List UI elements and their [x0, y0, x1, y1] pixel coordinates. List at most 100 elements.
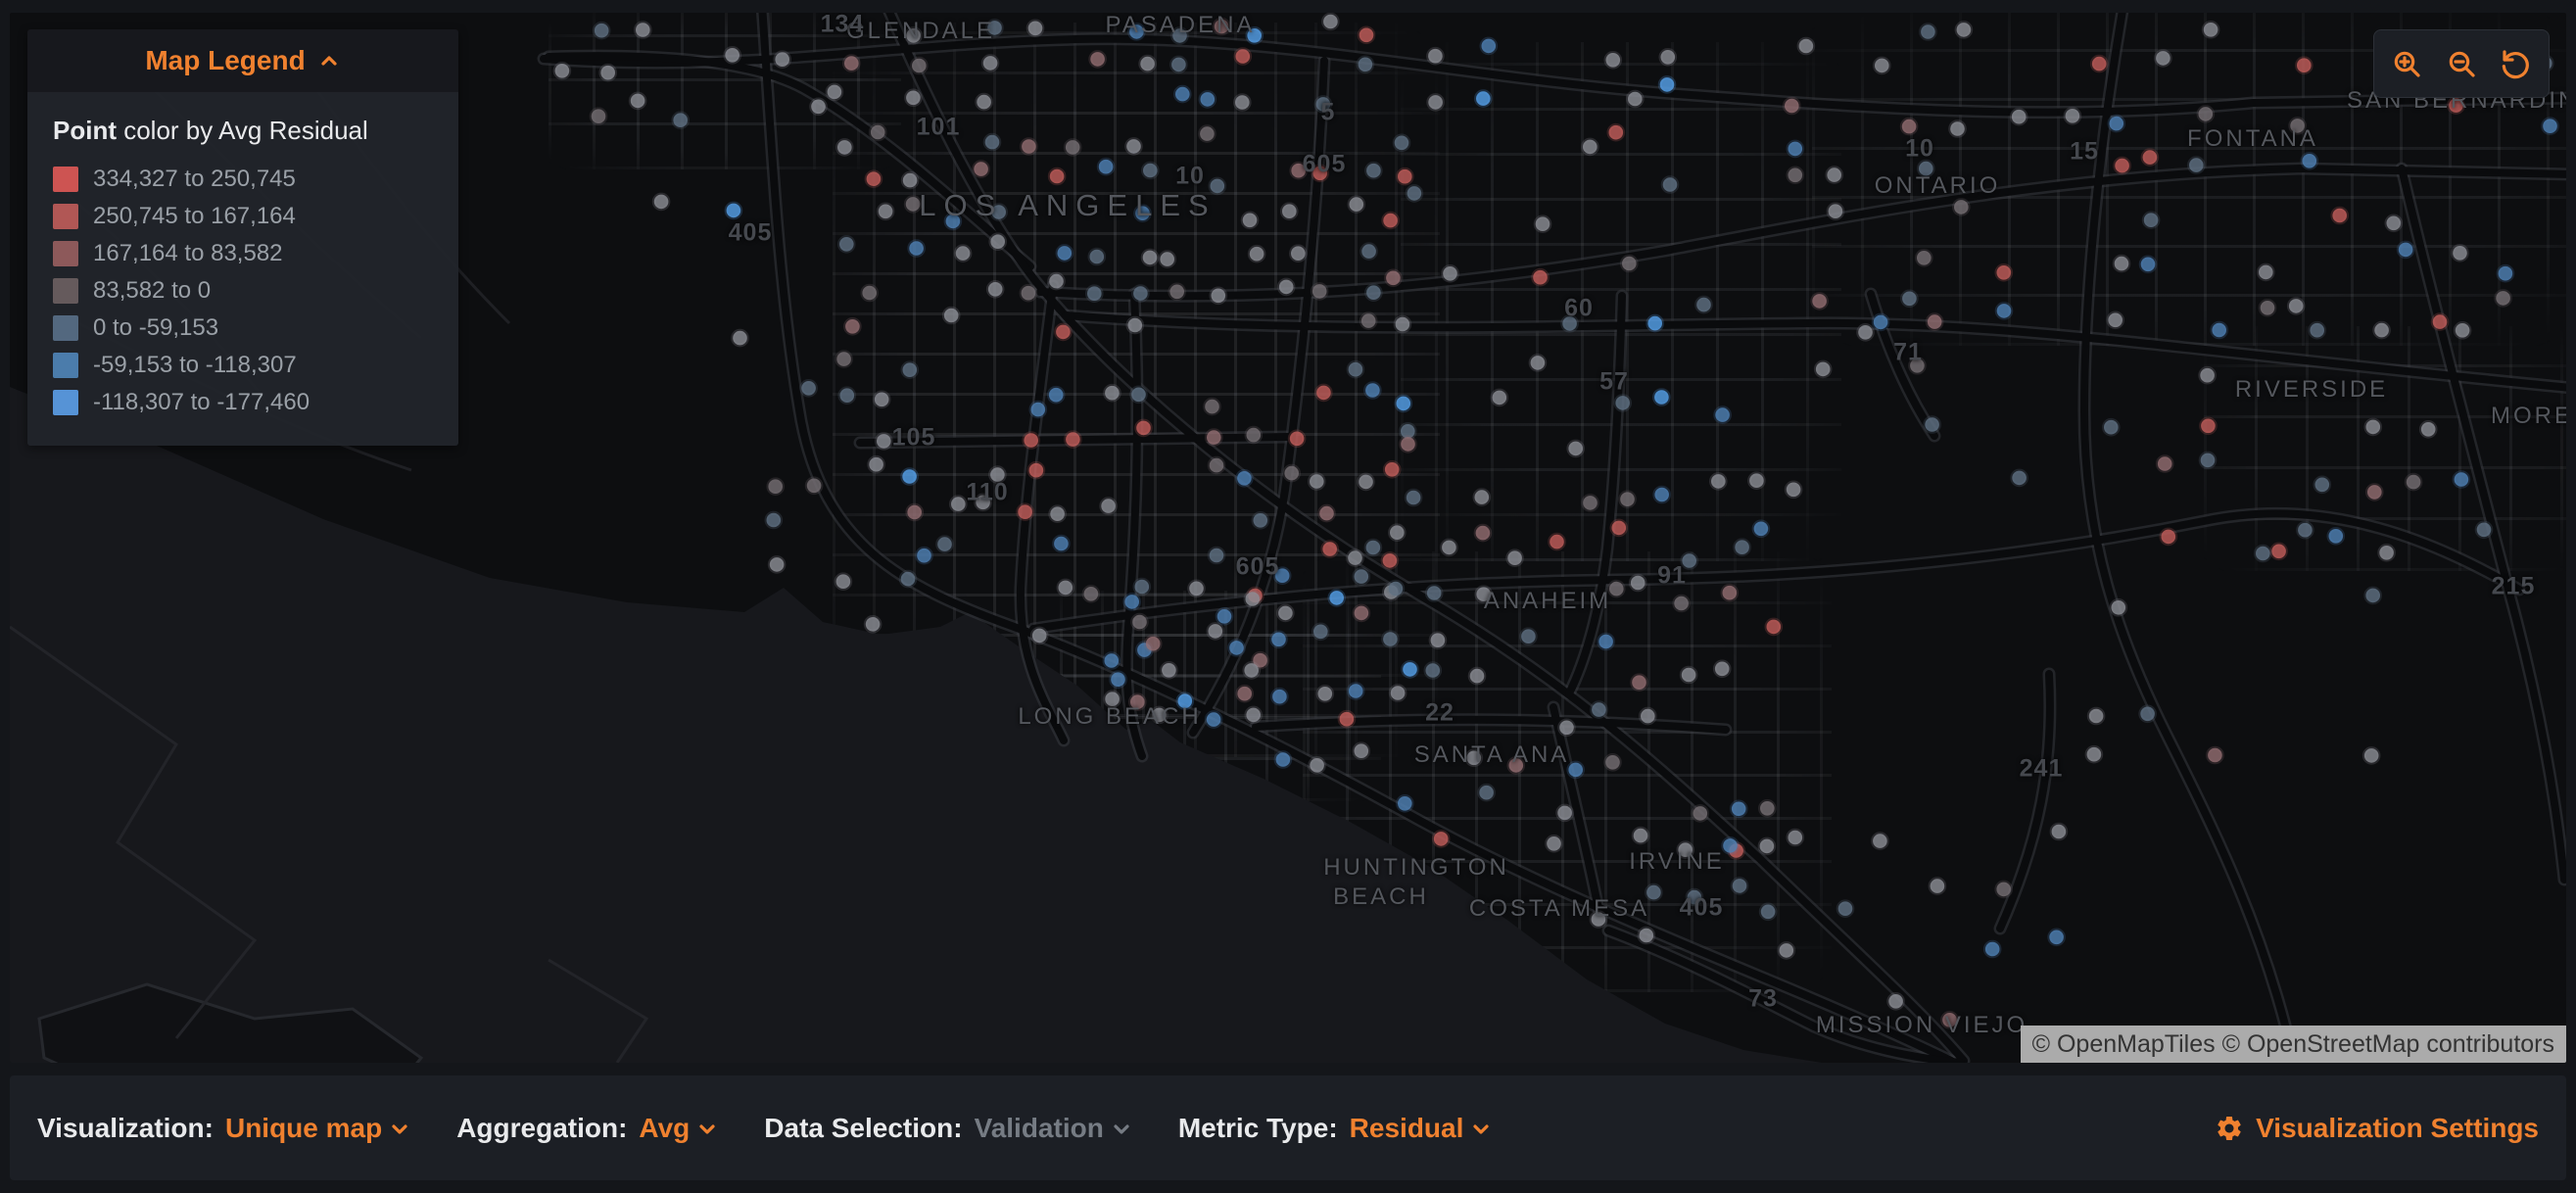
map-data-point [2366, 420, 2381, 435]
legend-range-label: 83,582 to 0 [93, 277, 211, 305]
map-data-point [1609, 125, 1624, 140]
map-data-point [1661, 50, 1676, 65]
map-data-point [1087, 286, 1102, 301]
map-data-point [2379, 546, 2394, 560]
legend-subtitle: Point color by Avg Residual [53, 116, 433, 146]
map-data-point [1207, 430, 1221, 445]
city-label: LONG BEACH [1018, 703, 1201, 731]
map-data-point [2201, 453, 2216, 468]
legend-item: -118,307 to -177,460 [53, 389, 433, 416]
map-data-point [1917, 251, 1932, 265]
map-data-point [1767, 620, 1782, 635]
visualization-settings-label: Visualization Settings [2256, 1113, 2539, 1144]
map-data-point [1024, 433, 1038, 448]
metric-type-value: Residual [1350, 1113, 1464, 1144]
map-data-point [1735, 540, 1749, 554]
map-data-point [1383, 632, 1398, 646]
map-data-point [2012, 471, 2027, 486]
reset-button[interactable] [2497, 44, 2536, 83]
map-data-point [1244, 663, 1259, 678]
map-data-point [2387, 216, 2402, 231]
map-data-point [1434, 832, 1449, 846]
map-data-point [2158, 456, 2172, 471]
zoom-in-button[interactable] [2387, 44, 2426, 83]
map-data-point [1049, 274, 1064, 289]
map-data-point [875, 393, 889, 407]
map-data-point [654, 195, 669, 210]
map-data-point [906, 91, 921, 106]
map-data-point [2374, 323, 2389, 338]
map-data-point [1715, 407, 1730, 422]
map-data-point [2477, 523, 2492, 538]
map-data-point [845, 319, 860, 334]
metric-type-dropdown: Metric Type:Residual [1178, 1113, 1494, 1144]
map-data-point [595, 24, 609, 38]
map-data-point [1723, 838, 1738, 853]
map-data-point [2499, 266, 2513, 281]
map-data-point [1403, 662, 1417, 677]
legend-range-label: 167,164 to 83,582 [93, 240, 283, 267]
map-data-point [1059, 581, 1073, 596]
aggregation-dropdown: Aggregation: Avg [456, 1113, 719, 1144]
chevron-down-icon [388, 1118, 411, 1141]
map-data-point [1550, 535, 1564, 549]
visualization-settings-button[interactable]: Visualization Settings [2215, 1113, 2539, 1144]
map-data-point [1921, 24, 1935, 39]
map-data-point [1385, 462, 1400, 477]
legend-item: 83,582 to 0 [53, 277, 433, 305]
visualization-dropdown: Visualization:Unique map [37, 1113, 411, 1144]
map-data-point [1290, 432, 1305, 447]
zoom-in-icon [2391, 48, 2422, 79]
map-data-point [1760, 801, 1775, 816]
map-data-point [1426, 663, 1441, 678]
map-data-point [1143, 251, 1158, 265]
map-data-point [1111, 672, 1125, 687]
map-data-point [2104, 420, 2119, 435]
map-data-point [1050, 506, 1065, 521]
map-data-point [1858, 325, 1873, 340]
map-data-point [1482, 39, 1497, 54]
map-data-point [1493, 391, 1507, 406]
map-data-point [811, 100, 826, 115]
map-data-point [1212, 289, 1226, 304]
map-data-point [1322, 542, 1337, 556]
map-data-point [1583, 496, 1598, 510]
map-data-point [1997, 265, 2012, 280]
map-legend-header[interactable]: Map Legend [27, 29, 458, 92]
map-data-point [1084, 587, 1099, 601]
road-number-label: 15 [2070, 138, 2099, 167]
legend-swatch [53, 204, 78, 229]
map-data-point [770, 557, 785, 572]
map-data-point [1902, 292, 1917, 307]
map-data-point [1785, 99, 1799, 114]
map-data-point [1132, 615, 1147, 630]
aggregation-picker[interactable]: Avg [639, 1113, 719, 1144]
map-data-point [1928, 314, 1942, 329]
map-data-point [1568, 763, 1583, 778]
gear-icon [2215, 1114, 2244, 1143]
city-label: FONTANA [2187, 125, 2318, 153]
road-number-label: 91 [1657, 562, 1687, 591]
map-data-point [1319, 506, 1334, 521]
map-data-point [1355, 743, 1369, 758]
map-data-point [1271, 633, 1286, 647]
road-number-label: 57 [1599, 368, 1629, 397]
map-data-point [1366, 541, 1381, 555]
aggregation-label: Aggregation: [456, 1113, 627, 1144]
map-attribution[interactable]: © OpenMapTiles © OpenStreetMap contribut… [2021, 1026, 2566, 1063]
map-data-point [1207, 712, 1221, 727]
legend-item: 334,327 to 250,745 [53, 166, 433, 193]
map-data-point [1950, 121, 1965, 136]
map-data-point [988, 282, 1003, 297]
map-legend-title: Map Legend [145, 45, 305, 76]
map-data-point [1101, 499, 1116, 513]
map-data-point [2115, 257, 2129, 271]
visualization-picker[interactable]: Unique map [225, 1113, 411, 1144]
data-selection-picker[interactable]: Validation [975, 1113, 1133, 1144]
zoom-out-button[interactable] [2442, 44, 2481, 83]
map-data-point [2108, 313, 2123, 328]
metric-type-picker[interactable]: Residual [1350, 1113, 1494, 1144]
map-data-point [2289, 299, 2304, 313]
city-label: HUNTINGTON [1323, 854, 1509, 882]
map-data-point [2271, 545, 2286, 559]
